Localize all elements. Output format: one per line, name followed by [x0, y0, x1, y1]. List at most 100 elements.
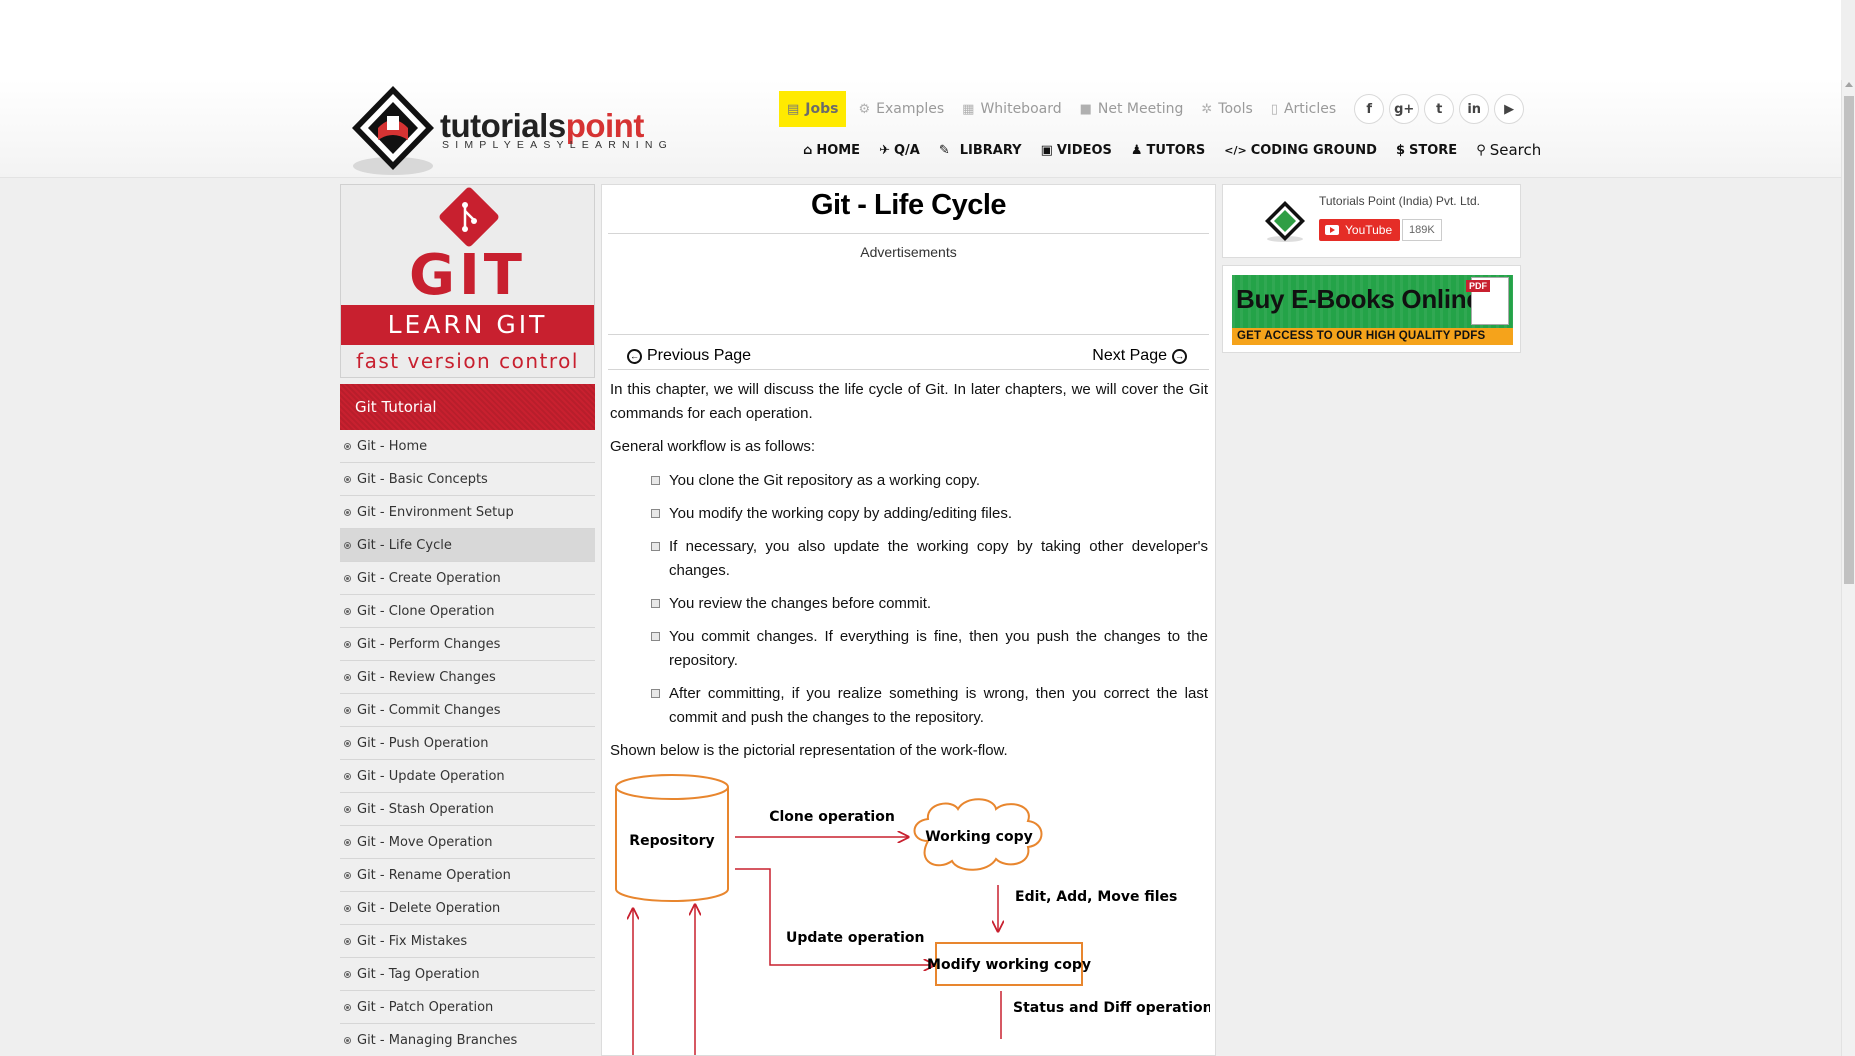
paper-plane-icon: ✈: [879, 142, 890, 158]
sidebar-item-push-operation[interactable]: Git - Push Operation: [340, 727, 595, 760]
nav-qa[interactable]: ✈ Q/A: [879, 143, 920, 158]
sidebar-item-stash-operation[interactable]: Git - Stash Operation: [340, 793, 595, 826]
nav-search[interactable]: ⚲ Search: [1476, 141, 1541, 159]
bullet-icon: [344, 871, 351, 879]
sidebar-item-life-cycle[interactable]: Git - Life Cycle: [340, 529, 595, 562]
workflow-diagram: Repository Clone operation Working copy …: [615, 774, 1213, 1055]
scroll-up-icon[interactable]: [1845, 82, 1853, 87]
ebooks-banner[interactable]: Buy E-Books Online PDF GET ACCESS TO OUR…: [1232, 275, 1513, 345]
sidebar-heading: Git Tutorial: [340, 384, 595, 430]
subscriber-count: 189K: [1402, 219, 1442, 241]
page-navigation: ← Previous Page Next Page →: [602, 335, 1215, 369]
gears-icon: ⚙: [858, 101, 871, 117]
left-sidebar: GIT LEARN GIT fast version control Git T…: [340, 184, 595, 1056]
bullet-icon: [344, 739, 351, 747]
sidebar-item-environment-setup[interactable]: Git - Environment Setup: [340, 496, 595, 529]
examples-link[interactable]: ⚙ Examples: [858, 101, 944, 117]
bullet-icon: [344, 805, 351, 813]
sidebar-item-commit-changes[interactable]: Git - Commit Changes: [340, 694, 595, 727]
net-meeting-link[interactable]: ■ Net Meeting: [1080, 101, 1184, 117]
top-ad-area: [0, 0, 1841, 80]
bullet-icon: [344, 937, 351, 945]
bullet-icon: [344, 1003, 351, 1011]
sidebar-item-home[interactable]: Git - Home: [340, 430, 595, 463]
workflow-steps: You clone the Git repository as a workin…: [651, 469, 1208, 730]
sidebar-item-rename-operation[interactable]: Git - Rename Operation: [340, 859, 595, 892]
bullet-icon: [344, 904, 351, 912]
facebook-icon[interactable]: f: [1354, 94, 1385, 124]
sidebar-item-perform-changes[interactable]: Git - Perform Changes: [340, 628, 595, 661]
main-content: Git - Life Cycle Advertisements ← Previou…: [601, 184, 1216, 1056]
linkedin-icon[interactable]: in: [1459, 94, 1490, 124]
sidebar-item-delete-operation[interactable]: Git - Delete Operation: [340, 892, 595, 925]
sidebar-item-tag-operation[interactable]: Git - Tag Operation: [340, 958, 595, 991]
arrow-left-circle-icon: ←: [627, 348, 642, 364]
list-item: If necessary, you also update the workin…: [651, 535, 1208, 583]
divider: [608, 233, 1209, 234]
workflow-intro: General workflow is as follows:: [610, 438, 816, 455]
previous-page-link[interactable]: ← Previous Page: [627, 343, 751, 369]
sidebar-item-patch-operation[interactable]: Git - Patch Operation: [340, 991, 595, 1024]
scroll-thumb[interactable]: [1844, 96, 1854, 584]
modify-working-copy-label: Modify working copy: [927, 957, 1091, 973]
bullet-icon: [344, 475, 351, 483]
library-icon: ✎: [938, 142, 950, 158]
tutorial-list: Git - Home Git - Basic Concepts Git - En…: [340, 430, 595, 1056]
nav-videos[interactable]: ▣ VIDEOS: [1041, 143, 1112, 158]
update-operation-label: Update operation: [786, 930, 924, 946]
whiteboard-link[interactable]: ▦ Whiteboard: [962, 101, 1061, 117]
sidebar-item-fix-mistakes[interactable]: Git - Fix Mistakes: [340, 925, 595, 958]
play-square-icon: ▣: [1040, 142, 1053, 158]
banner-title: GIT: [409, 243, 526, 308]
twitter-icon[interactable]: t: [1424, 94, 1455, 124]
list-item: After committing, if you realize somethi…: [651, 682, 1208, 730]
main-nav: ⌂ HOME ✈ Q/A ✎ LIBRARY ▣ VIDEOS ♟ TUTORS </> C…: [803, 141, 1560, 159]
list-item: You modify the working copy by adding/ed…: [651, 502, 1208, 526]
nav-store[interactable]: $ STORE: [1396, 143, 1457, 158]
divider: [608, 369, 1209, 370]
site-logo[interactable]: tutorialspoint SIMPLYEASYLEARNING: [348, 82, 668, 178]
jobs-link[interactable]: ▤ Jobs: [779, 91, 847, 127]
articles-link[interactable]: ▯ Articles: [1271, 101, 1336, 117]
list-item: You review the changes before commit.: [651, 592, 1208, 616]
bullet-icon: [344, 574, 351, 582]
channel-name[interactable]: Tutorials Point (India) Pvt. Ltd.: [1319, 194, 1480, 208]
nav-library[interactable]: ✎ LIBRARY: [939, 143, 1022, 158]
right-sidebar: Tutorials Point (India) Pvt. Ltd. YouTub…: [1222, 184, 1521, 353]
sidebar-item-clone-operation[interactable]: Git - Clone Operation: [340, 595, 595, 628]
ebooks-ad[interactable]: Buy E-Books Online PDF GET ACCESS TO OUR…: [1222, 265, 1521, 353]
tools-link[interactable]: ✲ Tools: [1201, 101, 1252, 117]
next-page-link[interactable]: Next Page →: [1092, 343, 1187, 369]
sidebar-item-create-operation[interactable]: Git - Create Operation: [340, 562, 595, 595]
gear-icon: ✲: [1201, 101, 1213, 117]
bullet-icon: [344, 607, 351, 615]
bullet-icon: [344, 508, 351, 516]
youtube-icon[interactable]: ▶: [1494, 94, 1525, 124]
update-arrow: [735, 868, 934, 965]
ebooks-title: Buy E-Books Online: [1236, 284, 1481, 314]
git-branch-icon: [462, 202, 477, 232]
nav-tutors[interactable]: ♟ TUTORS: [1131, 143, 1205, 158]
sidebar-item-move-operation[interactable]: Git - Move Operation: [340, 826, 595, 859]
user-icon: ♟: [1130, 142, 1143, 158]
sidebar-item-managing-branches[interactable]: Git - Managing Branches: [340, 1024, 595, 1056]
logo-tagline: SIMPLYEASYLEARNING: [442, 139, 674, 151]
sidebar-item-review-changes[interactable]: Git - Review Changes: [340, 661, 595, 694]
sidebar-item-update-operation[interactable]: Git - Update Operation: [340, 760, 595, 793]
list-item: You commit changes. If everything is fin…: [651, 625, 1208, 673]
repository-label: Repository: [629, 833, 714, 849]
bullet-icon: [344, 772, 351, 780]
google-plus-icon[interactable]: g+: [1389, 94, 1420, 124]
logo-mark-icon: [352, 86, 434, 175]
nav-home[interactable]: ⌂ HOME: [803, 143, 860, 158]
bullet-icon: [344, 442, 351, 450]
nav-coding-ground[interactable]: </> CODING GROUND: [1224, 143, 1377, 158]
page-scrollbar[interactable]: [1841, 80, 1855, 1056]
git-banner: GIT LEARN GIT fast version control: [340, 184, 595, 378]
top-links: ▤ Jobs ⚙ Examples ▦ Whiteboard ■ Net Meeting…: [779, 91, 1529, 127]
ebooks-strip: GET ACCESS TO OUR HIGH QUALITY PDFS: [1232, 328, 1513, 345]
youtube-subscribe-button[interactable]: YouTube: [1319, 219, 1401, 241]
sidebar-item-basic-concepts[interactable]: Git - Basic Concepts: [340, 463, 595, 496]
bullet-icon: [344, 706, 351, 714]
banner-subtitle: LEARN GIT: [341, 305, 594, 345]
